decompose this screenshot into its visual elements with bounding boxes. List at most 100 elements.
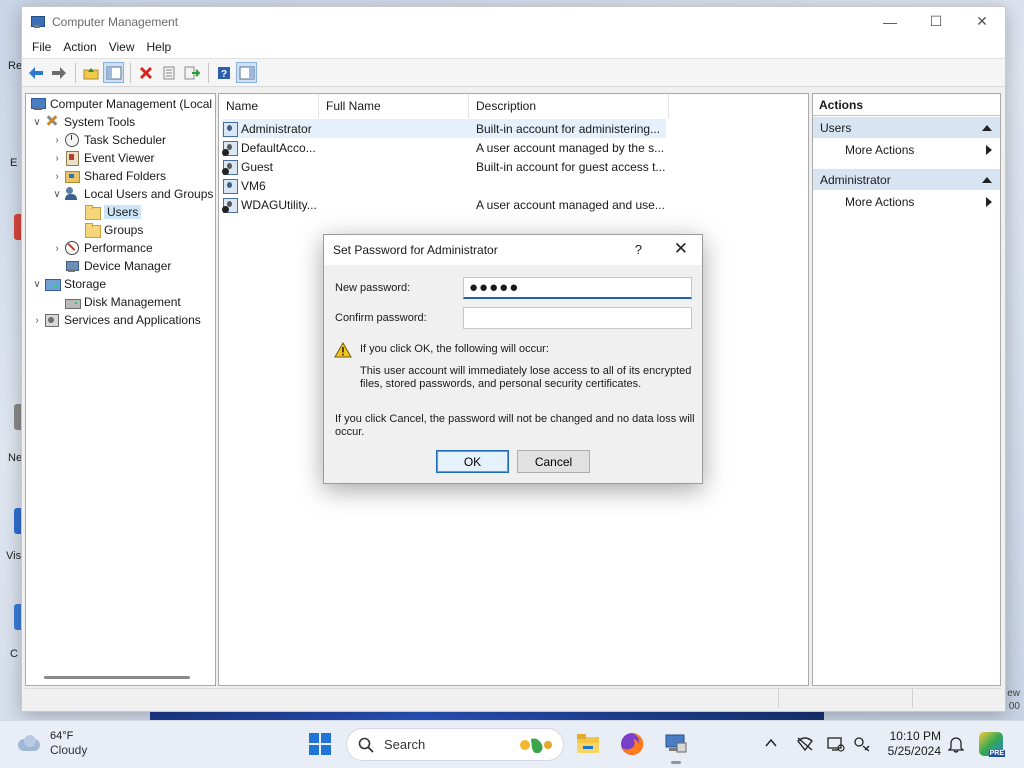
- actions-group-label: Users: [820, 120, 852, 135]
- clock[interactable]: 10:10 PM 5/25/2024: [883, 729, 941, 759]
- export-list-icon[interactable]: [181, 62, 202, 83]
- dialog-close-button[interactable]: ✕: [674, 239, 688, 259]
- list-row-guest[interactable]: Guest Built-in account for guest access …: [222, 157, 666, 176]
- shared-folder-icon: [64, 168, 80, 184]
- show-hide-tree-icon[interactable]: [103, 62, 124, 83]
- desktop-icon-label[interactable]: Vis: [6, 550, 21, 562]
- file-explorer-icon[interactable]: [575, 731, 601, 757]
- tree-item-groups[interactable]: Groups: [84, 221, 143, 239]
- windows-logo-tile: [309, 745, 319, 755]
- weather-widget[interactable]: 64°F Cloudy: [16, 729, 87, 758]
- disabled-user-icon: [222, 159, 238, 175]
- tree-item-label: Device Manager: [84, 259, 172, 273]
- warning-heading: If you click OK, the following will occu…: [360, 343, 549, 355]
- cancel-button[interactable]: Cancel: [517, 450, 590, 473]
- ok-button[interactable]: OK: [436, 450, 509, 473]
- disabled-user-icon: [222, 140, 238, 156]
- chevron-right-icon[interactable]: ›: [50, 153, 64, 164]
- minimize-button[interactable]: —: [867, 7, 913, 36]
- column-header-full-name[interactable]: Full Name: [319, 94, 469, 118]
- menu-bar: File Action View Help: [22, 36, 1005, 58]
- desktop-icon-label[interactable]: E: [10, 157, 17, 169]
- list-row-wdagutilityaccount[interactable]: WDAGUtility... A user account managed an…: [222, 195, 666, 214]
- forward-arrow-icon[interactable]: [48, 62, 69, 83]
- tree-item-services-and-applications[interactable]: › Services and Applications: [30, 311, 201, 329]
- chevron-right-icon[interactable]: ›: [50, 243, 64, 254]
- tree-item-device-manager[interactable]: Device Manager: [64, 257, 171, 275]
- column-header-name[interactable]: Name: [219, 94, 319, 118]
- confirm-password-field[interactable]: [463, 307, 692, 329]
- firefox-icon[interactable]: [619, 731, 645, 757]
- desktop-icon-label[interactable]: Re: [8, 60, 22, 72]
- start-button[interactable]: [309, 733, 331, 755]
- desktop-icon-label[interactable]: Ne: [8, 452, 22, 464]
- tree-item-computer-management[interactable]: Computer Management (Local: [30, 95, 212, 113]
- display-icon[interactable]: [827, 736, 845, 752]
- help-button[interactable]: ?: [635, 242, 642, 257]
- column-header-description[interactable]: Description: [469, 94, 669, 118]
- weather-temperature: 64°F: [50, 730, 74, 742]
- network-disconnected-icon[interactable]: [796, 736, 814, 752]
- help-icon[interactable]: ?: [213, 62, 234, 83]
- collapse-arrow-icon[interactable]: [982, 124, 992, 131]
- new-password-field[interactable]: ●●●●●: [463, 277, 692, 299]
- user-description: Built-in account for administering...: [476, 121, 661, 136]
- disabled-user-icon: [222, 197, 238, 213]
- computer-management-taskbar-icon[interactable]: [663, 731, 689, 764]
- delete-icon[interactable]: [135, 62, 156, 83]
- status-bar: [25, 688, 1001, 708]
- chevron-right-icon[interactable]: ›: [50, 135, 64, 146]
- chevron-down-icon[interactable]: ∨: [30, 279, 44, 290]
- menu-view[interactable]: View: [104, 40, 140, 54]
- tree-item-event-viewer[interactable]: › Event Viewer: [50, 149, 154, 167]
- back-arrow-icon[interactable]: [25, 62, 46, 83]
- menu-file[interactable]: File: [27, 40, 56, 54]
- more-actions-users[interactable]: More Actions: [813, 138, 1000, 162]
- tree-item-users[interactable]: Users: [84, 203, 142, 221]
- tree-item-task-scheduler[interactable]: › Task Scheduler: [50, 131, 166, 149]
- desktop-icon-label[interactable]: C: [10, 648, 18, 660]
- collapse-arrow-icon[interactable]: [982, 176, 992, 183]
- tree-item-storage[interactable]: ∨ Storage: [30, 275, 106, 293]
- horizontal-scrollbar[interactable]: [44, 676, 190, 679]
- chevron-right-icon[interactable]: ›: [50, 171, 64, 182]
- tree-item-shared-folders[interactable]: › Shared Folders: [50, 167, 166, 185]
- menu-action[interactable]: Action: [58, 40, 101, 54]
- show-action-pane-icon[interactable]: [236, 62, 257, 83]
- tree-item-system-tools[interactable]: ∨ System Tools: [30, 113, 135, 131]
- show-hidden-icons-chevron-icon[interactable]: [765, 738, 777, 748]
- title-bar[interactable]: Computer Management — ☐ ✕: [22, 7, 1005, 36]
- notification-bell-icon[interactable]: [948, 735, 964, 753]
- actions-group-users[interactable]: Users: [813, 116, 1000, 138]
- user-name: DefaultAcco...: [241, 140, 316, 155]
- actions-group-administrator[interactable]: Administrator: [813, 168, 1000, 190]
- window-title: Computer Management: [52, 14, 179, 29]
- cloud-icon: [16, 734, 42, 753]
- user-icon: [222, 178, 238, 194]
- warning-icon: [334, 342, 352, 358]
- copilot-preview-icon[interactable]: PRE: [979, 732, 1005, 757]
- toolbar-separator: [75, 62, 76, 83]
- up-folder-icon[interactable]: [80, 62, 101, 83]
- more-actions-administrator[interactable]: More Actions: [813, 190, 1000, 214]
- list-row-defaultaccount[interactable]: DefaultAcco... A user account managed by…: [222, 138, 666, 157]
- menu-help[interactable]: Help: [142, 40, 177, 54]
- accessibility-icon[interactable]: [853, 736, 871, 752]
- chevron-right-icon[interactable]: ›: [30, 315, 44, 326]
- taskbar-search[interactable]: Search: [346, 728, 564, 761]
- chevron-down-icon[interactable]: ∨: [50, 189, 64, 200]
- tree-item-performance[interactable]: › Performance: [50, 239, 153, 257]
- confirm-password-label: Confirm password:: [335, 312, 427, 324]
- list-row-administrator[interactable]: Administrator Built-in account for admin…: [222, 119, 666, 138]
- properties-icon[interactable]: [158, 62, 179, 83]
- list-row-vm6[interactable]: VM6: [222, 176, 666, 195]
- dialog-title-bar[interactable]: Set Password for Administrator ? ✕: [324, 235, 702, 265]
- tree-item-local-users-and-groups[interactable]: ∨ Local Users and Groups: [50, 185, 213, 203]
- status-cell: [25, 689, 779, 708]
- close-button[interactable]: ✕: [959, 7, 1005, 36]
- tree-item-label: Computer Management (Local: [50, 97, 213, 111]
- performance-icon: [64, 240, 80, 256]
- tree-item-disk-management[interactable]: Disk Management: [64, 293, 181, 311]
- maximize-button[interactable]: ☐: [913, 7, 959, 36]
- chevron-down-icon[interactable]: ∨: [30, 117, 44, 128]
